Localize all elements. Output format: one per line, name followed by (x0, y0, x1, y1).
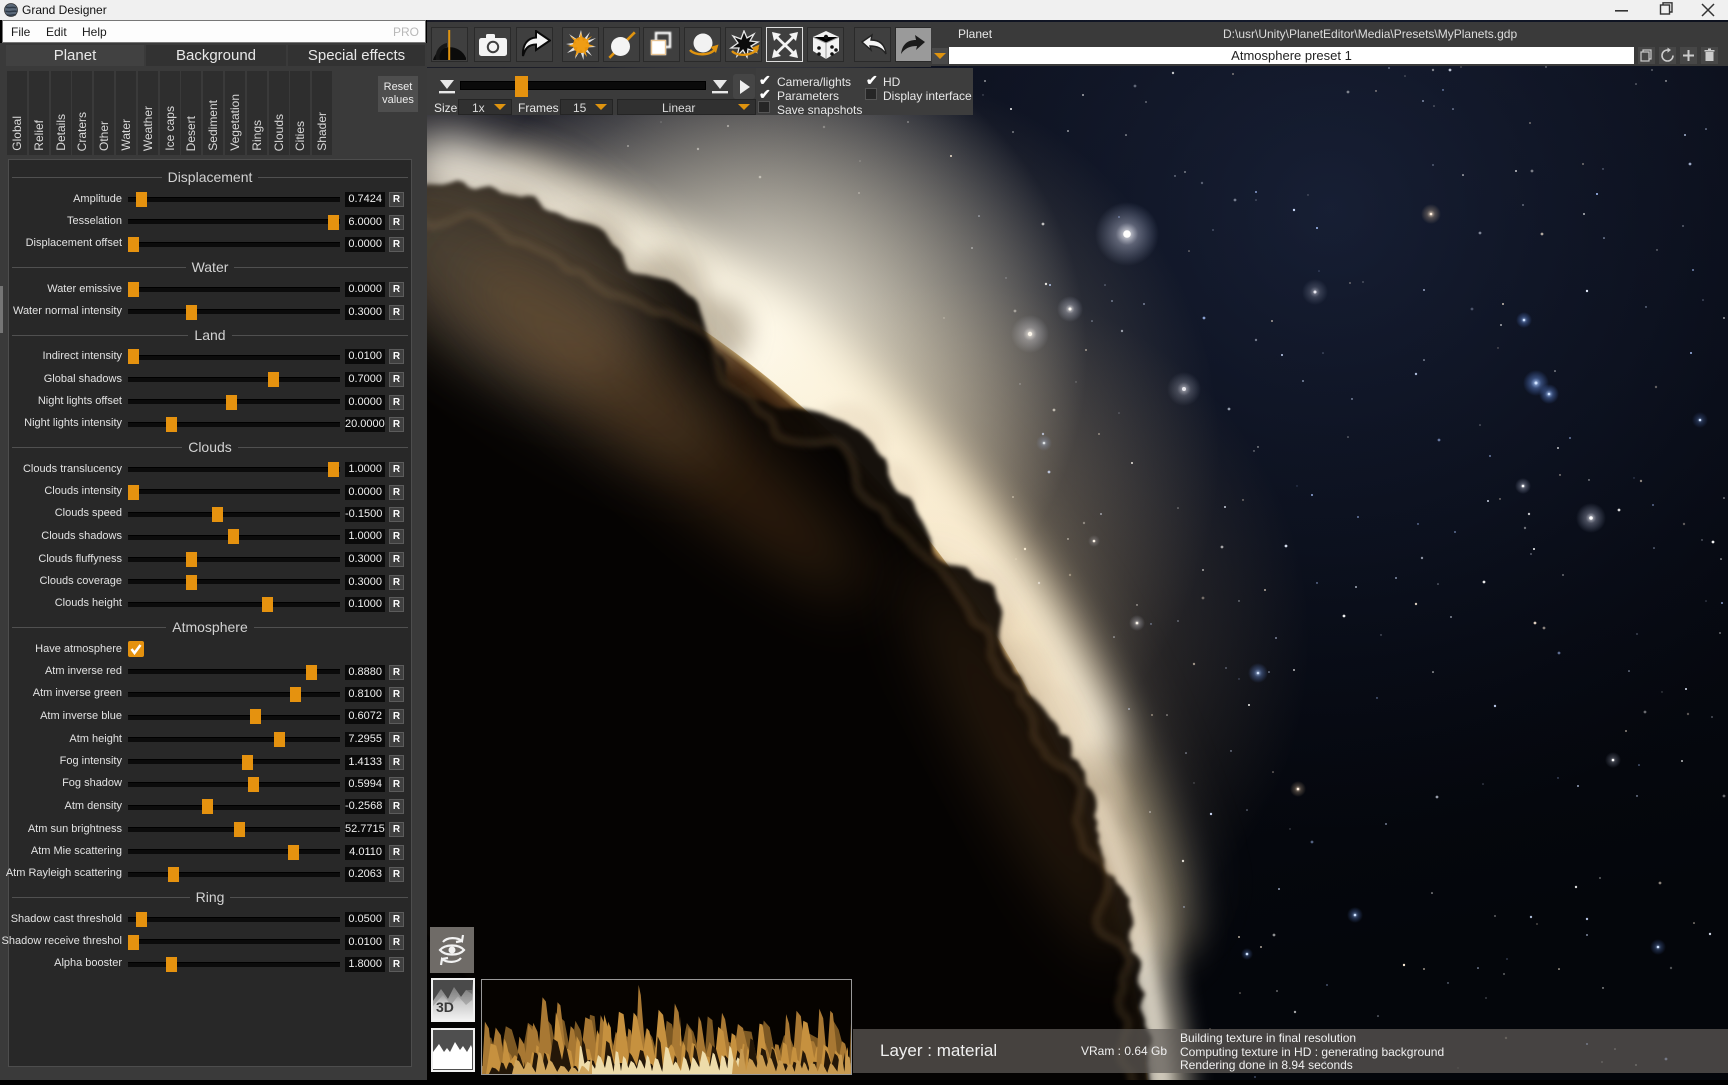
svg-text:3D: 3D (436, 999, 454, 1015)
